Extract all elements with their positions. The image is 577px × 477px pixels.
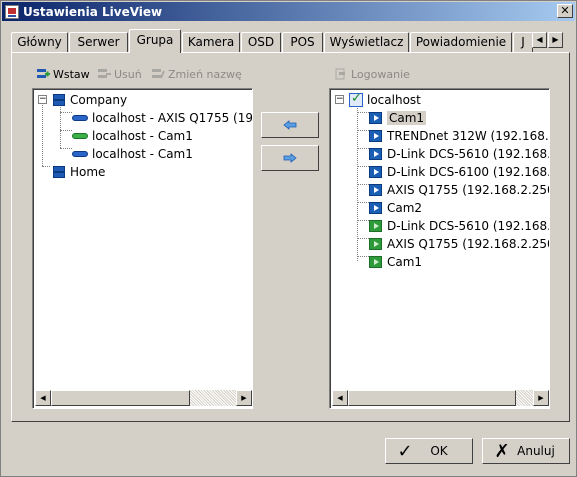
scroll-right-button[interactable]: ▶ bbox=[236, 390, 252, 406]
tab-overflow[interactable]: J bbox=[513, 32, 533, 52]
server-check-icon bbox=[349, 91, 363, 107]
camera-link-icon bbox=[72, 133, 88, 139]
tab-kamera[interactable]: Kamera bbox=[182, 32, 240, 52]
tab-wyswietlacz[interactable]: Wyświetlacz bbox=[324, 32, 409, 52]
blue-camera-icon bbox=[369, 166, 382, 178]
blue-camera-icon bbox=[369, 148, 382, 160]
right-arrow-icon bbox=[283, 153, 297, 163]
group-tab-panel: Wstaw Usuń Zmień nazwę Logowanie − Compa… bbox=[11, 52, 570, 422]
delete-label: Usuń bbox=[114, 67, 142, 81]
move-left-button[interactable] bbox=[261, 112, 319, 138]
camera-label: TRENDnet 312W (192.168.2 bbox=[387, 129, 550, 143]
camera-label: D-Link DCS-5610 (192.168.2 bbox=[387, 219, 550, 233]
login-label: Logowanie bbox=[351, 67, 410, 81]
window-title: Ustawienia LiveView bbox=[23, 4, 163, 19]
camera-label: Cam1 bbox=[387, 111, 427, 125]
rename-icon bbox=[151, 68, 165, 80]
title-bar[interactable]: Ustawienia LiveView ✕ bbox=[2, 2, 575, 21]
green-camera-icon bbox=[369, 220, 382, 232]
group-icon bbox=[52, 94, 66, 106]
delete-button[interactable]: Usuń bbox=[97, 66, 142, 82]
settings-dialog: Ustawienia LiveView ✕ Główny Serwer Grup… bbox=[0, 0, 577, 477]
tab-powiadomienie[interactable]: Powiadomienie bbox=[410, 32, 512, 52]
login-button[interactable]: Logowanie bbox=[334, 66, 410, 82]
group-label: Company bbox=[70, 93, 128, 107]
camera-label: AXIS Q1755 (192.168.2.250 bbox=[387, 183, 550, 197]
group-tree[interactable]: − Company localhost - AXIS Q1755 (192 lo… bbox=[32, 88, 253, 409]
tab-osd[interactable]: OSD bbox=[241, 32, 281, 52]
tab-strip: Główny Serwer Grupa Kamera OSD POS Wyświ… bbox=[11, 29, 571, 53]
group-label: Home bbox=[70, 165, 106, 179]
camera-item[interactable]: AXIS Q1755 (192.168.2.250 bbox=[369, 181, 550, 199]
group-icon bbox=[52, 166, 66, 178]
camera-item[interactable]: Cam2 bbox=[369, 199, 422, 217]
green-camera-icon bbox=[369, 256, 382, 268]
move-right-button[interactable] bbox=[261, 145, 319, 171]
close-button[interactable]: ✕ bbox=[557, 4, 573, 18]
tree-item[interactable]: localhost - Cam1 bbox=[72, 145, 193, 163]
camera-item[interactable]: Cam1 bbox=[369, 253, 422, 271]
tree-group-company[interactable]: Company bbox=[52, 91, 127, 109]
insert-button[interactable]: Wstaw bbox=[36, 66, 90, 82]
camera-label: D-Link DCS-5610 (192.168.2 bbox=[387, 147, 550, 161]
insert-icon bbox=[36, 68, 50, 80]
green-camera-icon bbox=[369, 238, 382, 250]
tree-item[interactable]: localhost - Cam1 bbox=[72, 127, 193, 145]
tree-item-label: localhost - Cam1 bbox=[92, 147, 193, 161]
rename-label: Zmień nazwę bbox=[168, 67, 242, 81]
scroll-left-button[interactable]: ◀ bbox=[332, 390, 348, 406]
blue-camera-icon bbox=[369, 184, 382, 196]
delete-icon bbox=[97, 68, 111, 80]
right-horizontal-scrollbar[interactable]: ◀ ▶ bbox=[332, 390, 549, 406]
tab-scroll-right-button[interactable]: ▶ bbox=[548, 32, 563, 48]
camera-item[interactable]: AXIS Q1755 (192.168.2.250 bbox=[369, 235, 550, 253]
tab-glowny[interactable]: Główny bbox=[11, 32, 68, 52]
app-icon bbox=[5, 4, 19, 19]
tab-grupa[interactable]: Grupa bbox=[129, 29, 181, 53]
company-expander[interactable]: − bbox=[38, 95, 47, 104]
camera-item[interactable]: D-Link DCS-5610 (192.168.2 bbox=[369, 145, 550, 163]
insert-label: Wstaw bbox=[53, 67, 90, 81]
camera-link-icon bbox=[72, 151, 88, 157]
camera-tree[interactable]: − localhost Cam1 TRENDnet 312W (192.168.… bbox=[329, 88, 550, 409]
camera-label: AXIS Q1755 (192.168.2.250 bbox=[387, 237, 550, 251]
left-horizontal-scrollbar[interactable]: ◀ ▶ bbox=[35, 390, 252, 406]
cancel-label: Anuluj bbox=[517, 444, 555, 458]
scroll-right-button[interactable]: ▶ bbox=[533, 390, 549, 406]
scroll-thumb[interactable] bbox=[348, 390, 516, 406]
camera-item[interactable]: TRENDnet 312W (192.168.2 bbox=[369, 127, 550, 145]
camera-label: D-Link DCS-6100 (192.168.2 bbox=[387, 165, 550, 179]
camera-item[interactable]: D-Link DCS-5610 (192.168.2 bbox=[369, 217, 550, 235]
scroll-thumb[interactable] bbox=[51, 390, 190, 406]
tab-pos[interactable]: POS bbox=[282, 32, 323, 52]
camera-label: Cam2 bbox=[387, 201, 423, 215]
blue-camera-icon bbox=[369, 112, 382, 124]
tab-scroll-left-button[interactable]: ◀ bbox=[532, 32, 547, 48]
camera-item[interactable]: D-Link DCS-6100 (192.168.2 bbox=[369, 163, 550, 181]
localhost-expander[interactable]: − bbox=[335, 95, 344, 104]
blue-camera-icon bbox=[369, 130, 382, 142]
tab-serwer[interactable]: Serwer bbox=[69, 32, 128, 52]
camera-link-icon bbox=[72, 115, 88, 121]
scroll-left-button[interactable]: ◀ bbox=[35, 390, 51, 406]
camera-label: Cam1 bbox=[387, 255, 423, 269]
blue-camera-icon bbox=[369, 202, 382, 214]
ok-button[interactable]: ✓ OK bbox=[385, 438, 473, 464]
ok-label: OK bbox=[430, 444, 448, 458]
tree-item-label: localhost - AXIS Q1755 (192 bbox=[92, 111, 253, 125]
tree-group-home[interactable]: Home bbox=[52, 163, 105, 181]
left-arrow-icon bbox=[283, 120, 297, 130]
login-icon bbox=[334, 68, 348, 80]
cross-icon: ✗ bbox=[494, 440, 510, 462]
host-label: localhost bbox=[367, 93, 421, 107]
tree-item[interactable]: localhost - AXIS Q1755 (192 bbox=[72, 109, 253, 127]
cancel-button[interactable]: ✗ Anuluj bbox=[482, 438, 570, 464]
tree-host-localhost[interactable]: localhost bbox=[349, 91, 421, 109]
tree-item-label: localhost - Cam1 bbox=[92, 129, 193, 143]
rename-button[interactable]: Zmień nazwę bbox=[151, 66, 242, 82]
checkmark-icon: ✓ bbox=[397, 440, 413, 462]
camera-item[interactable]: Cam1 bbox=[369, 109, 427, 127]
